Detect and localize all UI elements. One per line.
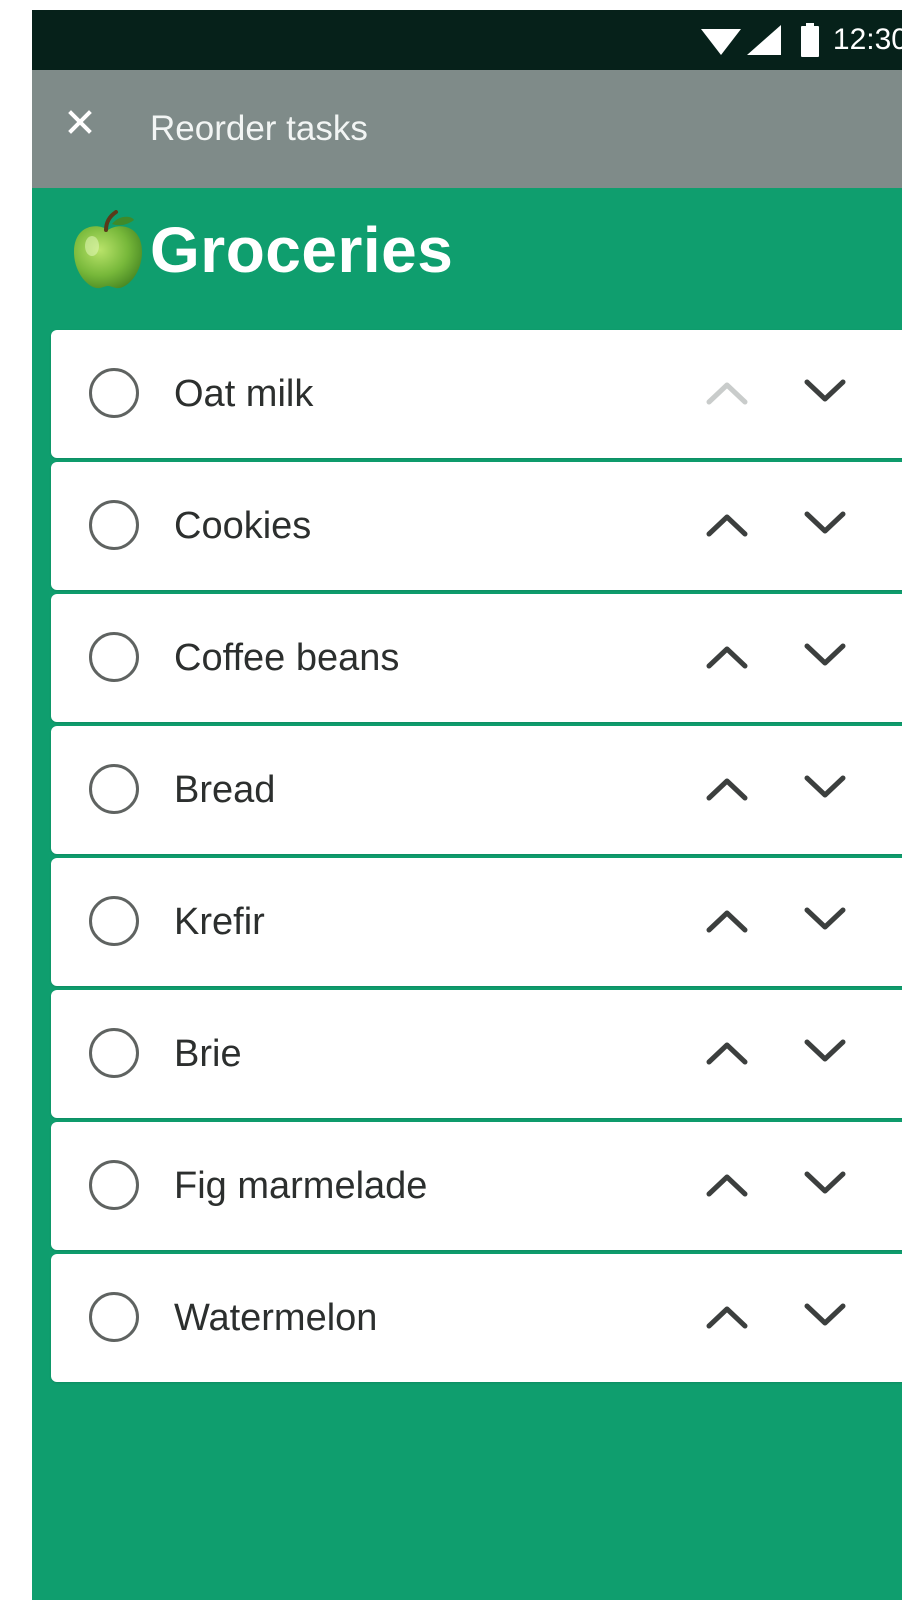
move-up-button[interactable]: [697, 628, 757, 688]
chevron-up-icon: [705, 1170, 749, 1203]
move-up-button[interactable]: [697, 496, 757, 556]
chevron-up-icon: [705, 510, 749, 543]
chevron-up-icon: [705, 774, 749, 807]
move-up-button[interactable]: [697, 760, 757, 820]
move-up-button[interactable]: [697, 1288, 757, 1348]
chevron-down-icon: [803, 1038, 847, 1071]
task-label: Coffee beans: [174, 637, 400, 679]
status-bar: 12:30: [32, 10, 902, 70]
task-row: Brie: [51, 990, 902, 1118]
task-row: Krefir: [51, 858, 902, 986]
app-bar: Reorder tasks: [32, 70, 902, 188]
status-time: 12:30: [832, 23, 902, 56]
task-row: Fig marmelade: [51, 1122, 902, 1250]
task-label: Oat milk: [174, 373, 314, 415]
chevron-up-icon: [705, 642, 749, 675]
chevron-down-icon: [803, 642, 847, 675]
cell-signal-icon: [746, 25, 781, 55]
chevron-down-icon: [803, 906, 847, 939]
chevron-up-icon: [705, 1038, 749, 1071]
task-label: Brie: [174, 1033, 242, 1075]
task-row: Coffee beans: [51, 594, 902, 722]
task-label: Cookies: [174, 505, 312, 547]
task-checkbox[interactable]: [89, 1292, 139, 1342]
chevron-up-icon: [705, 906, 749, 939]
app-title: Reorder tasks: [150, 109, 368, 148]
task-label: Bread: [174, 769, 276, 811]
task-checkbox[interactable]: [89, 1028, 139, 1078]
move-up-button[interactable]: [697, 892, 757, 952]
task-checkbox[interactable]: [89, 1160, 139, 1210]
chevron-down-icon: [803, 1170, 847, 1203]
move-down-button[interactable]: [795, 496, 855, 556]
chevron-down-icon: [803, 378, 847, 411]
task-checkbox[interactable]: [89, 764, 139, 814]
task-label: Watermelon: [174, 1297, 378, 1339]
task-checkbox[interactable]: [89, 896, 139, 946]
task-row: Cookies: [51, 462, 902, 590]
move-up-button[interactable]: [697, 364, 757, 424]
move-down-button[interactable]: [795, 1156, 855, 1216]
move-down-button[interactable]: [795, 628, 855, 688]
move-down-button[interactable]: [795, 1024, 855, 1084]
status-icons: 12:30: [700, 10, 902, 70]
task-label: Krefir: [174, 901, 265, 943]
battery-icon: [800, 23, 819, 57]
wifi-icon: [700, 25, 741, 55]
task-row: Oat milk: [51, 330, 902, 458]
close-button[interactable]: [52, 96, 108, 152]
list-title: Groceries: [150, 214, 454, 286]
screen: 12:30 Reorder tasks Groceries Oat milk C…: [32, 10, 902, 1600]
chevron-down-icon: [803, 510, 847, 543]
task-label: Fig marmelade: [174, 1165, 428, 1207]
task-row: Bread: [51, 726, 902, 854]
close-icon: [68, 109, 92, 139]
green-apple-icon: [72, 210, 144, 290]
task-checkbox[interactable]: [89, 368, 139, 418]
move-up-button[interactable]: [697, 1156, 757, 1216]
move-down-button[interactable]: [795, 760, 855, 820]
task-checkbox[interactable]: [89, 500, 139, 550]
move-down-button[interactable]: [795, 1288, 855, 1348]
move-down-button[interactable]: [795, 364, 855, 424]
chevron-up-icon: [705, 378, 749, 411]
move-up-button[interactable]: [697, 1024, 757, 1084]
task-checkbox[interactable]: [89, 632, 139, 682]
chevron-up-icon: [705, 1302, 749, 1335]
chevron-down-icon: [803, 774, 847, 807]
chevron-down-icon: [803, 1302, 847, 1335]
list-header: Groceries: [72, 210, 453, 290]
task-row: Watermelon: [51, 1254, 902, 1382]
move-down-button[interactable]: [795, 892, 855, 952]
